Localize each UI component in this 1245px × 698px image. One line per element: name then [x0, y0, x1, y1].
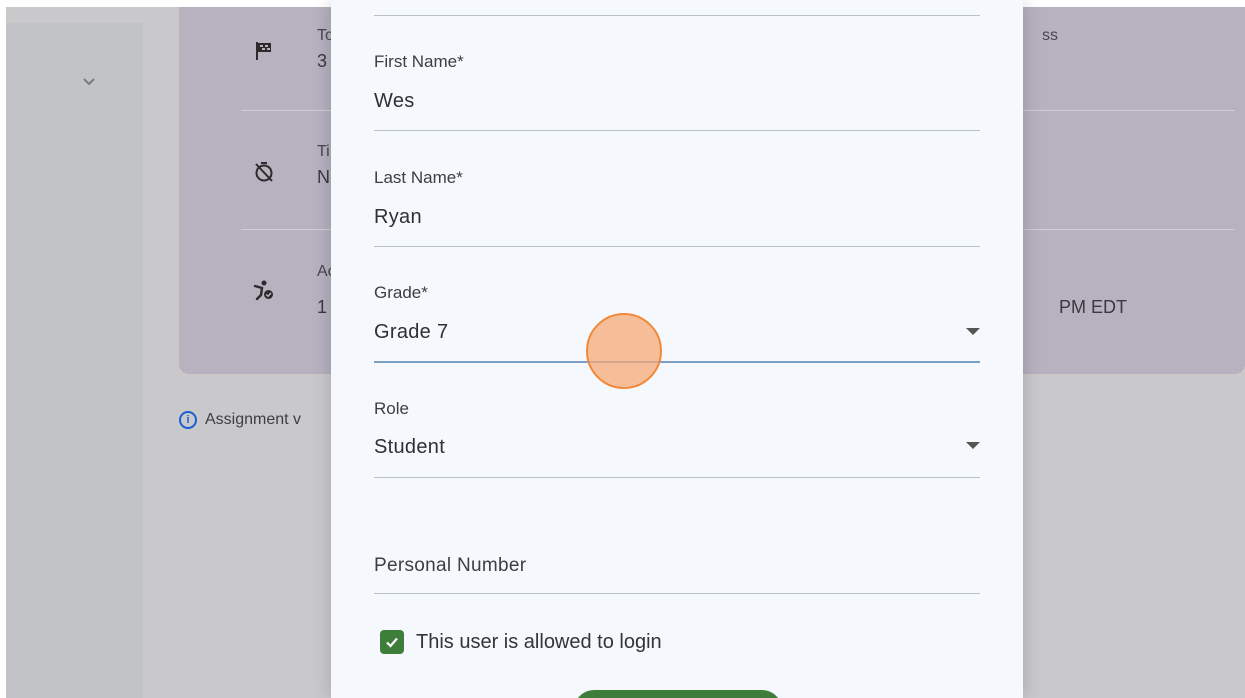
grade-value[interactable]: Grade 7 [374, 321, 448, 344]
personal-number-placeholder[interactable]: Personal Number [374, 555, 526, 577]
row-1-value: 3 [317, 51, 328, 71]
role-dropdown-arrow-icon[interactable] [966, 442, 980, 449]
role-underline [374, 477, 980, 478]
first-name-field[interactable]: First Name* Wes [374, 52, 980, 132]
row-3-value: 1 [317, 297, 328, 317]
grade-underline [374, 361, 980, 363]
first-name-label: First Name* [374, 52, 464, 71]
checkered-flag-icon [256, 42, 271, 60]
login-allowed-label: This user is allowed to login [416, 630, 662, 653]
grade-label: Grade* [374, 283, 428, 302]
top-field-underline [374, 15, 980, 16]
last-name-label: Last Name* [374, 168, 463, 187]
row-2-value: N [317, 167, 330, 187]
submit-button[interactable] [574, 690, 782, 698]
row-1-right-text: ss [1042, 27, 1058, 44]
check-icon [386, 637, 398, 648]
first-name-input[interactable]: Wes [374, 90, 415, 113]
last-name-field[interactable]: Last Name* Ryan [374, 168, 980, 248]
left-rail [6, 23, 143, 698]
assignment-info-note: i Assignment v [179, 411, 301, 429]
last-name-underline [374, 246, 980, 247]
first-name-underline [374, 130, 980, 131]
personal-number-field[interactable]: Personal Number [374, 555, 980, 595]
grade-dropdown-arrow-icon[interactable] [966, 328, 980, 335]
personal-number-underline [374, 593, 980, 594]
role-select[interactable]: Role Student [374, 399, 980, 481]
role-value[interactable]: Student [374, 436, 445, 459]
login-allowed-checkbox[interactable] [380, 630, 404, 654]
row-3-right-text: PM EDT [1059, 297, 1128, 317]
role-label: Role [374, 399, 409, 418]
row-2-label: Ti [317, 143, 330, 160]
chevron-down-icon[interactable] [80, 73, 98, 91]
activity-icon [253, 280, 273, 301]
grade-select[interactable]: Grade* Grade 7 [374, 283, 980, 365]
info-icon: i [179, 411, 197, 429]
info-text: Assignment v [205, 411, 302, 428]
last-name-input[interactable]: Ryan [374, 206, 422, 229]
edit-user-dialog: First Name* Wes Last Name* Ryan Grade* G… [331, 0, 1023, 698]
timer-off-icon [255, 162, 273, 182]
click-indicator [586, 313, 662, 389]
login-allowed-row[interactable]: This user is allowed to login [380, 630, 662, 654]
